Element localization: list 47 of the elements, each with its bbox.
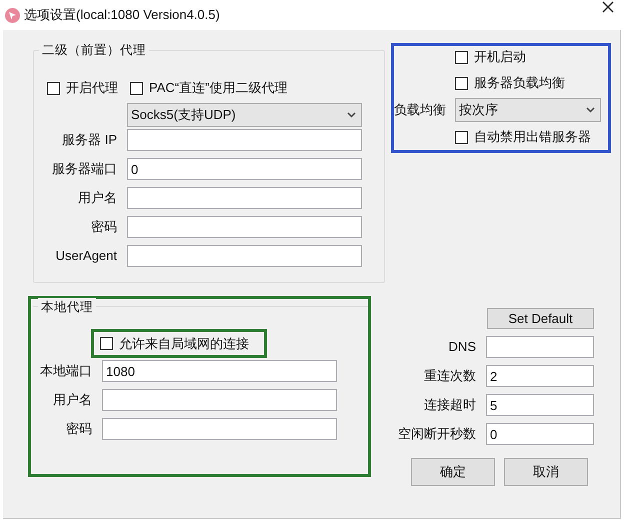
- field-label: 空闲断开秒数: [397, 425, 477, 444]
- checkbox[interactable]: [100, 337, 113, 350]
- field-label: 连接超时: [423, 396, 477, 414]
- field-label: 服务器端口: [51, 160, 118, 178]
- dialog-button[interactable]: 确定: [411, 458, 495, 486]
- input-field[interactable]: 1080: [102, 360, 337, 382]
- checkbox[interactable]: [455, 130, 468, 144]
- input-field[interactable]: 2: [486, 365, 594, 387]
- field-label: 本地端口: [39, 362, 93, 380]
- input-field[interactable]: [127, 216, 362, 238]
- checkbox-label: 允许来自局域网的连接: [119, 334, 249, 353]
- checkbox[interactable]: [47, 82, 60, 94]
- input-field[interactable]: [486, 336, 594, 358]
- field-label: 用户名: [77, 189, 118, 208]
- input-field[interactable]: [127, 129, 362, 151]
- input-field[interactable]: 0: [127, 158, 362, 180]
- input-field[interactable]: [127, 245, 362, 267]
- input-field[interactable]: [127, 187, 362, 209]
- close-icon[interactable]: [602, 1, 614, 13]
- field-label: 负载均衡: [394, 101, 447, 120]
- field-label: 密码: [65, 420, 93, 438]
- dropdown[interactable]: 按次序: [455, 98, 601, 122]
- checkbox-label: 自动禁用出错服务器: [474, 128, 591, 146]
- checkbox-label: PAC“直连”使用二级代理: [149, 79, 288, 98]
- input-field[interactable]: [102, 418, 337, 440]
- dropdown[interactable]: Socks5(支持UDP): [127, 103, 362, 127]
- checkbox-label: 开启代理: [66, 79, 118, 98]
- field-label: 密码: [90, 218, 118, 236]
- field-label: UserAgent: [54, 247, 118, 266]
- checkbox-label: 开机启动: [474, 48, 526, 66]
- set-default-button[interactable]: Set Default: [487, 308, 594, 329]
- field-label: 重连次数: [423, 367, 477, 386]
- window-title: 选项设置(local:1080 Version4.0.5): [24, 6, 220, 24]
- dialog-button[interactable]: 取消: [504, 458, 588, 486]
- field-label: 用户名: [52, 391, 93, 410]
- checkbox[interactable]: [455, 50, 468, 64]
- app-icon: [5, 8, 20, 22]
- caret-icon: [347, 112, 356, 118]
- field-label: DNS: [448, 338, 477, 356]
- checkbox[interactable]: [130, 82, 143, 94]
- checkbox[interactable]: [455, 76, 468, 90]
- checkbox-label: 服务器负载均衡: [474, 74, 565, 92]
- input-field[interactable]: 5: [486, 394, 594, 416]
- input-field[interactable]: 0: [486, 423, 594, 445]
- caret-icon: [586, 107, 595, 113]
- field-label: 服务器 IP: [61, 131, 118, 150]
- input-field[interactable]: [102, 389, 337, 411]
